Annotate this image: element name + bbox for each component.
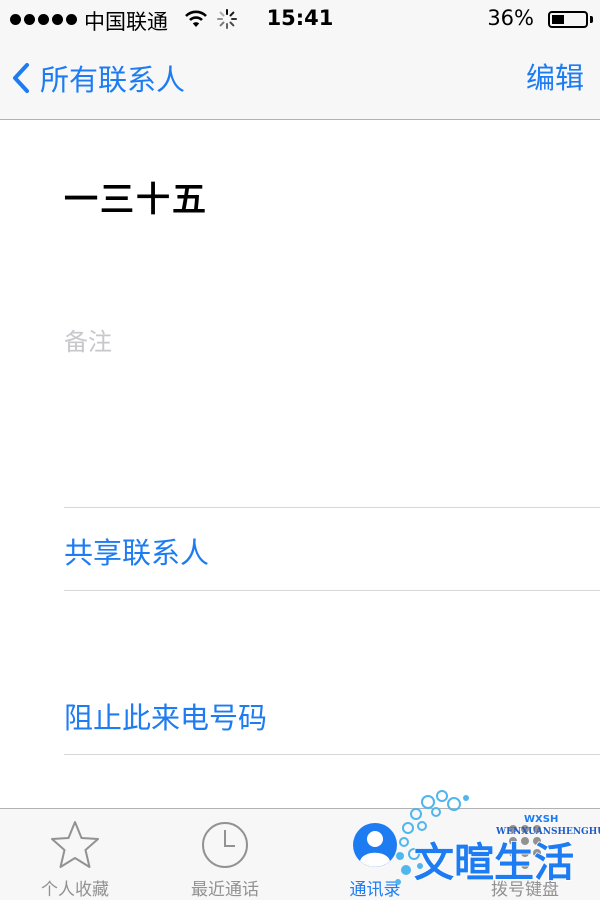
watermark-subtext: WENXUANSHENGHUO bbox=[495, 827, 600, 837]
navigation-bar: 所有联系人 编辑 bbox=[0, 40, 600, 120]
watermark-letters: WXSH bbox=[524, 814, 558, 825]
edit-button[interactable]: 编辑 bbox=[526, 56, 584, 100]
tab-recents[interactable]: 最近通话 bbox=[150, 809, 300, 901]
tab-label: 最近通话 bbox=[191, 880, 259, 900]
star-icon bbox=[49, 819, 101, 875]
divider bbox=[64, 590, 600, 591]
back-button-label: 所有联系人 bbox=[40, 63, 186, 97]
battery-cap bbox=[590, 16, 593, 23]
watermark-logo: WXSH WENXUANSHENGHUO 文暄生活 bbox=[392, 784, 600, 896]
battery-icon bbox=[548, 11, 588, 28]
block-caller-button[interactable]: 阻止此来电号码 bbox=[64, 695, 267, 737]
tab-favorites[interactable]: 个人收藏 bbox=[0, 809, 150, 901]
divider bbox=[64, 507, 600, 508]
notes-field[interactable]: 备注 bbox=[64, 322, 112, 357]
clock-icon bbox=[199, 819, 251, 875]
tab-label: 个人收藏 bbox=[41, 880, 109, 900]
watermark-text: 文暄生活 bbox=[414, 840, 574, 886]
battery-percent: 36% bbox=[487, 6, 534, 30]
contact-name: 一三十五 bbox=[64, 180, 208, 220]
status-bar: 中国联通 15:41 36% bbox=[0, 0, 600, 40]
share-contact-button[interactable]: 共享联系人 bbox=[64, 530, 209, 572]
back-button[interactable]: 所有联系人 bbox=[12, 56, 185, 100]
divider bbox=[64, 754, 600, 755]
chevron-left-icon bbox=[13, 63, 29, 93]
